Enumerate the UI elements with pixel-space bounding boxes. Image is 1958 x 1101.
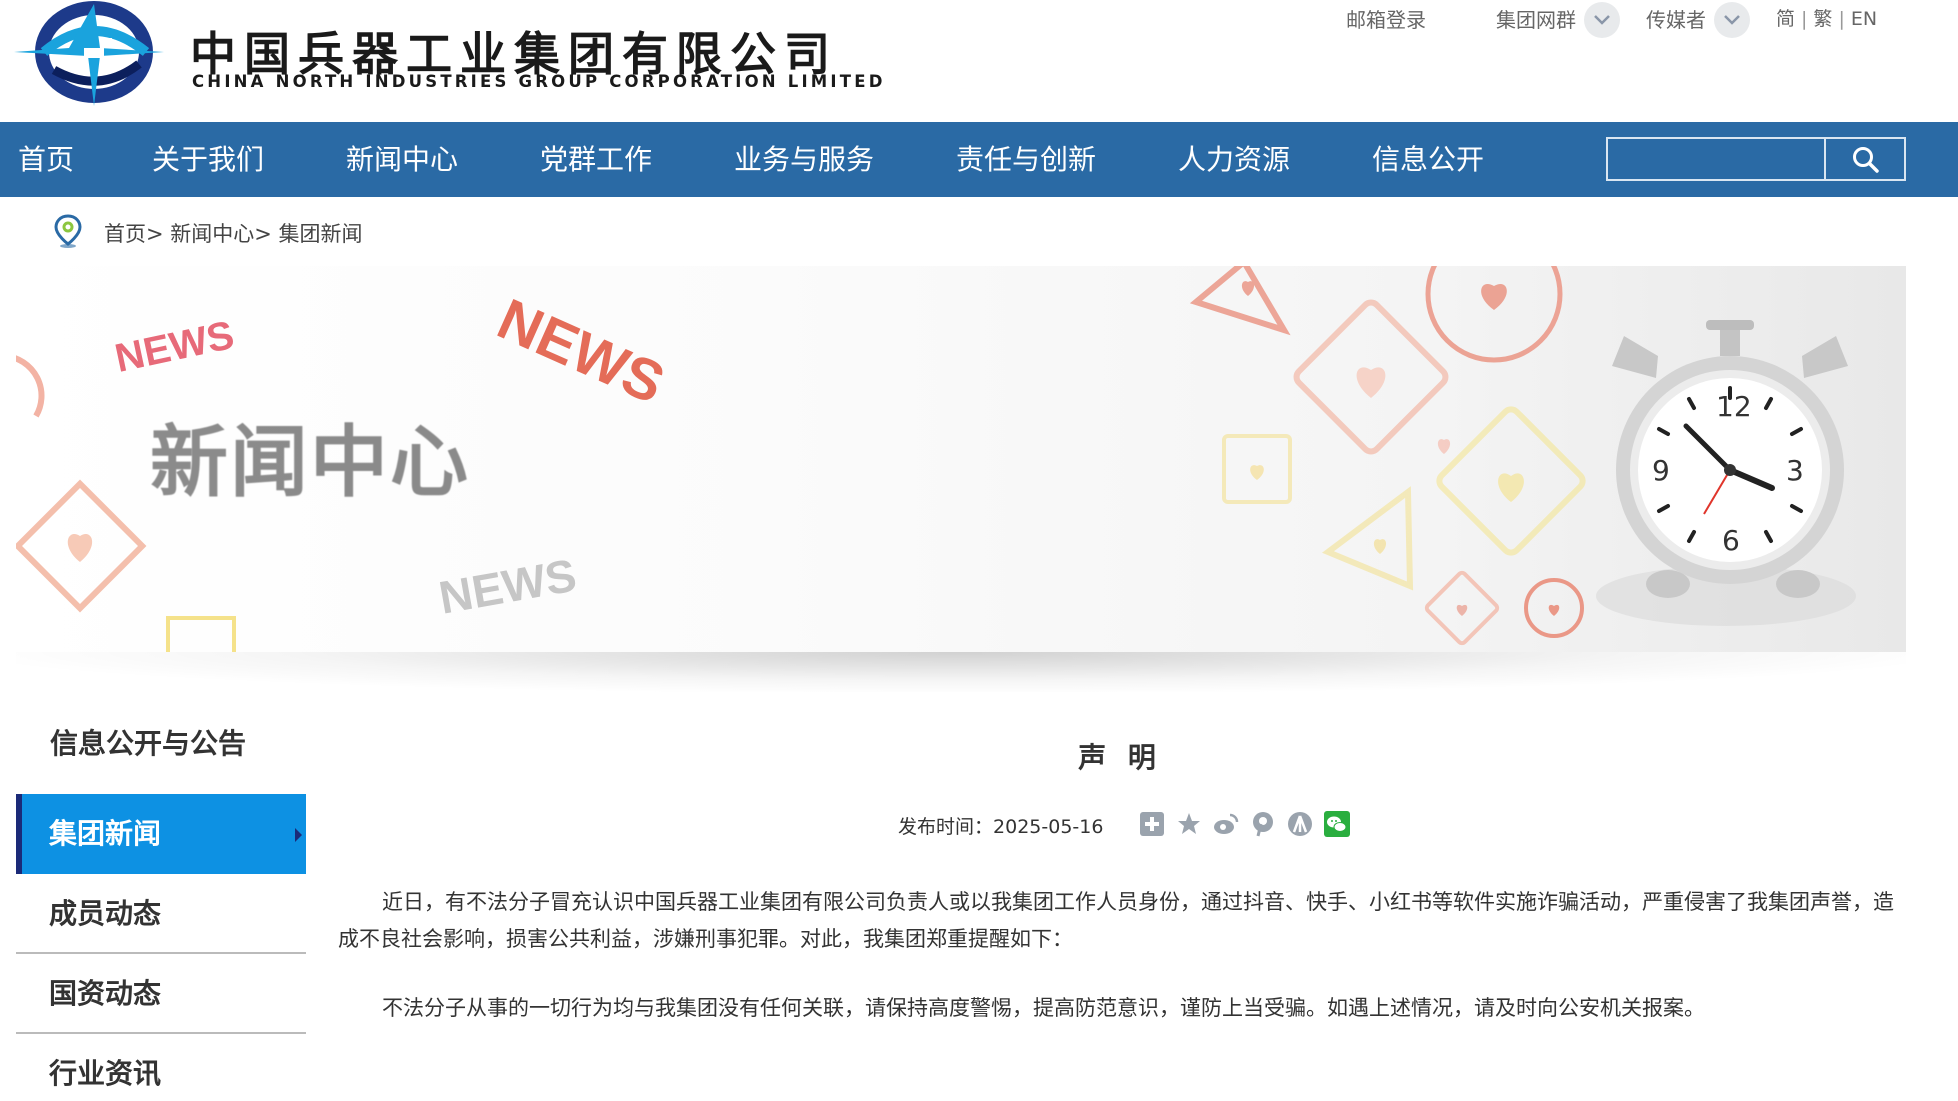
banner-title: 新闻中心 [150,418,471,508]
publish-date: 发布时间：2025-05-16 [898,812,1103,839]
lang-simplified-link[interactable]: 简 [1776,8,1795,30]
clock-number-12: 12 [1716,390,1752,423]
publish-label: 发布时间： [898,816,994,838]
lang-english-link[interactable]: EN [1851,8,1877,30]
language-switcher: 简 | 繁 | EN [1776,4,1877,31]
media-dropdown-button[interactable] [1714,2,1750,38]
top-utility-links: 邮箱登录 集团网群 传媒者 简 | 繁 | EN [0,2,1958,38]
company-name-en: CHINA NORTH INDUSTRIES GROUP CORPORATION… [192,72,886,91]
sidebar-item-label: 集团新闻 [49,817,162,850]
article-paragraph: 近日，有不法分子冒充认识中国兵器工业集团有限公司负责人或以我集团工作人员身份，通… [338,890,1894,951]
lang-traditional-link[interactable]: 繁 [1813,8,1832,30]
plus-share-icon[interactable] [1138,810,1166,838]
chevron-down-icon [1594,15,1610,25]
nav-item-responsibility[interactable]: 责任与创新 [956,122,1096,197]
nav-item-news[interactable]: 新闻中心 [346,122,458,197]
nav-item-hr[interactable]: 人力资源 [1178,122,1290,197]
breadcrumb-trail[interactable]: 首页> 新闻中心> 集团新闻 [104,218,363,248]
sidebar-item-label: 成员动态 [49,897,162,930]
sidebar-item-label: 行业资讯 [49,1057,162,1090]
clock-number-9: 9 [1652,454,1670,487]
caret-right-icon [295,828,302,842]
sidebar-item-sasac-news[interactable]: 国资动态 [16,954,306,1034]
nav-item-home[interactable]: 首页 [18,122,74,197]
clock-number-6: 6 [1722,524,1740,557]
sidebar-heading: 信息公开与公告 [50,727,247,760]
search-button[interactable] [1826,139,1904,179]
sidebar-item-group-news[interactable]: 集团新闻 [16,794,306,874]
publish-date-value: 2025-05-16 [993,816,1104,838]
renren-icon[interactable] [1286,810,1314,838]
banner-shadow [16,652,1906,692]
weibo-icon[interactable] [1212,810,1240,838]
news-word: NEWS [435,549,580,624]
nav-item-business[interactable]: 业务与服务 [734,122,874,197]
sidebar-item-industry-info[interactable]: 行业资讯 [16,1034,306,1101]
article-paragraph: 不法分子从事的一切行为均与我集团没有任何关联，请保持高度警惕，提高防范意识，谨防… [382,996,1705,1020]
nav-item-about[interactable]: 关于我们 [152,122,264,197]
search-box [1606,137,1906,181]
nav-item-disclosure[interactable]: 信息公开 [1372,122,1484,197]
chevron-down-icon [1724,15,1740,25]
pinterest-icon[interactable] [1249,810,1277,838]
clock-number-3: 3 [1786,454,1804,487]
group-network-dropdown-button[interactable] [1584,2,1620,38]
news-word: NEWS [488,286,673,416]
lang-divider: | [1801,8,1808,30]
sidebar-item-member-news[interactable]: 成员动态 [16,874,306,954]
search-input[interactable] [1608,139,1826,179]
group-network-link[interactable]: 集团网群 [1496,4,1576,33]
media-link[interactable]: 传媒者 [1646,4,1706,33]
news-word: NEWS [111,313,238,381]
wechat-icon[interactable] [1323,810,1351,838]
main-nav: 首页 关于我们 新闻中心 党群工作 业务与服务 责任与创新 人力资源 信息公开 [0,122,1958,197]
nav-item-party[interactable]: 党群工作 [540,122,652,197]
star-favorite-icon[interactable] [1175,810,1203,838]
lang-divider: | [1838,8,1845,30]
location-pin-icon [54,214,82,248]
search-icon [1853,147,1879,173]
site-header: 中国兵器工业集团有限公司 CHINA NORTH INDUSTRIES GROU… [0,0,1958,122]
article-title: 声 明 [1078,741,1162,774]
mail-login-link[interactable]: 邮箱登录 [1346,4,1426,33]
sidebar-item-label: 国资动态 [49,977,162,1010]
news-banner: NEWS NEWS NEWS 12 3 6 9 新闻中心 [16,266,1906,652]
